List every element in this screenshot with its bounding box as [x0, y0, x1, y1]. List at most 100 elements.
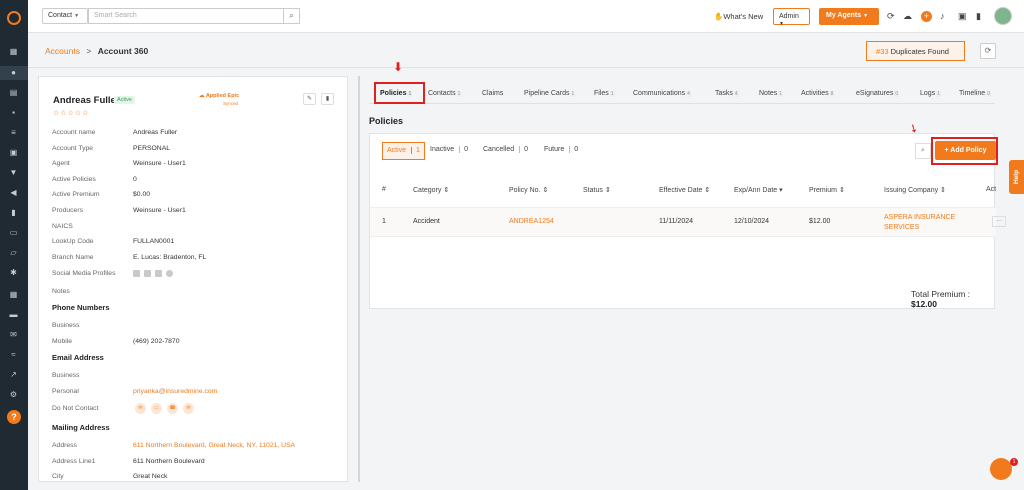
- column-header[interactable]: Effective Date ⇕: [659, 186, 710, 194]
- whats-new-link[interactable]: ✋What's New: [714, 12, 763, 21]
- tab-tasks[interactable]: Tasks 4: [715, 90, 739, 97]
- bell-icon[interactable]: ♪: [940, 11, 945, 21]
- smart-search-input[interactable]: Smart Search: [88, 8, 284, 24]
- contacts-icon[interactable]: ●: [9, 68, 18, 77]
- card-icon[interactable]: ▬: [9, 310, 18, 319]
- search-icon[interactable]: ⌕: [915, 143, 931, 159]
- my-agents-button[interactable]: My Agents ▼: [819, 8, 879, 25]
- tab-activities[interactable]: Activities 8: [801, 90, 835, 97]
- sync-icon[interactable]: ⟳: [887, 11, 895, 22]
- tab-count: 4: [686, 91, 691, 97]
- tab-logs[interactable]: Logs 1: [920, 90, 941, 97]
- column-header[interactable]: Issuing Company ⇕: [884, 186, 946, 194]
- help-icon[interactable]: ?: [7, 410, 21, 424]
- applied-epic-badge: ☁ Applied Epic Synced: [199, 93, 239, 108]
- search-type-select[interactable]: Contact ▼: [42, 8, 88, 24]
- role-select[interactable]: Admin ▼: [773, 8, 810, 27]
- filter-active[interactable]: Active 1: [382, 142, 425, 160]
- phone-block-icon[interactable]: ☎: [167, 403, 178, 414]
- mail-block-icon[interactable]: ✉: [183, 403, 194, 414]
- cell-category: Accident: [413, 218, 440, 225]
- column-label: Exp/Ann Date: [734, 187, 778, 194]
- tab-esignatures[interactable]: eSignatures 0: [856, 90, 900, 97]
- email-block-icon[interactable]: ✉: [135, 403, 146, 414]
- column-header[interactable]: Status ⇕: [583, 186, 611, 194]
- avatar[interactable]: [994, 7, 1012, 25]
- row-actions-button[interactable]: ···: [992, 216, 1006, 227]
- megaphone-icon[interactable]: ◀: [9, 188, 18, 197]
- dashboard-icon[interactable]: ▦: [9, 47, 18, 56]
- refresh-icon[interactable]: ⟳: [980, 43, 996, 59]
- profile-card-icon[interactable]: ▣: [9, 148, 18, 157]
- phone-value[interactable]: (469) 202-7870: [133, 338, 179, 345]
- chip-icon[interactable]: ▣: [958, 11, 967, 22]
- settings-group-icon[interactable]: ✱: [9, 268, 18, 277]
- chat-launcher-icon[interactable]: [990, 458, 1012, 480]
- folder-icon[interactable]: ▱: [9, 248, 18, 257]
- total-premium: Total Premium : $12.00: [911, 289, 994, 309]
- filter-count: 0: [569, 146, 579, 153]
- calendar-icon[interactable]: ▦: [9, 290, 18, 299]
- field-label: Do Not Contact: [52, 405, 99, 412]
- tab-files[interactable]: Files 1: [594, 90, 615, 97]
- policy-number-link[interactable]: ANDREA1254: [509, 218, 554, 225]
- gear-icon[interactable]: ⚙: [9, 390, 18, 399]
- chart-icon[interactable]: ↗: [9, 370, 18, 379]
- email-link[interactable]: priyanka@insuredmine.com: [133, 388, 217, 395]
- header-divider: [28, 67, 1024, 68]
- address-link[interactable]: 611 Northern Boulevard, Great Neck, NY, …: [133, 442, 295, 449]
- issuing-company-link[interactable]: ASPERA INSURANCE SERVICES: [884, 213, 964, 233]
- add-icon[interactable]: +: [921, 11, 932, 22]
- handshake-icon[interactable]: ≈: [9, 350, 18, 359]
- tab-notes[interactable]: Notes 1: [759, 90, 784, 97]
- inbox-icon[interactable]: ▭: [9, 228, 18, 237]
- column-header[interactable]: Exp/Ann Date ▾: [734, 186, 783, 194]
- rating-stars[interactable]: ☆☆☆☆☆: [53, 109, 89, 117]
- tab-timeline[interactable]: Timeline 0: [959, 90, 991, 97]
- filter-future[interactable]: Future 0: [544, 142, 579, 160]
- document-icon[interactable]: ▤: [9, 88, 18, 97]
- facebook-icon[interactable]: [144, 270, 151, 277]
- briefcase-icon[interactable]: ▪: [9, 108, 18, 117]
- column-label: Category: [413, 187, 442, 194]
- total-value: $12.00: [911, 299, 937, 309]
- tab-count: 4: [733, 91, 739, 97]
- mail-icon[interactable]: ✉: [9, 330, 18, 339]
- column-header[interactable]: Premium ⇕: [809, 186, 845, 194]
- list-icon[interactable]: ≡: [9, 128, 18, 137]
- cell-exp-date: 12/10/2024: [734, 218, 770, 225]
- clipboard-icon[interactable]: ▮: [9, 208, 18, 217]
- cloud-icon[interactable]: ☁: [903, 11, 912, 22]
- column-header[interactable]: Category ⇕: [413, 186, 449, 194]
- sms-block-icon[interactable]: ▭: [151, 403, 162, 414]
- tab-claims[interactable]: Claims: [482, 90, 503, 97]
- add-policy-highlight: [931, 137, 998, 165]
- search-icon[interactable]: ⌕: [283, 8, 300, 24]
- help-tab[interactable]: Help: [1009, 160, 1024, 194]
- filter-inactive[interactable]: Inactive 0: [430, 142, 468, 160]
- panel-resize-handle[interactable]: [358, 76, 360, 482]
- globe-icon[interactable]: [166, 270, 173, 277]
- field-label: Business: [52, 322, 80, 329]
- twitter-icon[interactable]: [155, 270, 162, 277]
- field-label: Account name: [52, 129, 96, 136]
- column-header[interactable]: Policy No. ⇕: [509, 186, 548, 194]
- notes-icon[interactable]: ▮: [976, 11, 981, 22]
- delete-icon[interactable]: ▮: [321, 93, 334, 105]
- edit-icon[interactable]: ✎: [303, 93, 316, 105]
- field-value: FULLAN0001: [133, 238, 175, 245]
- field-label: Business: [52, 372, 80, 379]
- linkedin-icon[interactable]: [133, 270, 140, 277]
- tab-contacts[interactable]: Contacts 1: [428, 90, 462, 97]
- table-row[interactable]: 1 Accident ANDREA1254 11/11/2024 12/10/2…: [370, 207, 996, 237]
- column-label: Issuing Company: [884, 187, 939, 194]
- filter-icon[interactable]: ▼: [9, 168, 18, 177]
- arrow-down-icon: ⬇: [393, 60, 404, 74]
- logo-icon[interactable]: [7, 11, 21, 25]
- filter-cancelled[interactable]: Cancelled 0: [483, 142, 528, 160]
- breadcrumb-accounts[interactable]: Accounts: [45, 46, 80, 56]
- filter-label: Inactive: [430, 146, 455, 153]
- tab-pipeline-cards[interactable]: Pipeline Cards 1: [524, 90, 576, 97]
- tab-communications[interactable]: Communications 4: [633, 90, 691, 97]
- duplicates-found-button[interactable]: #33 Duplicates Found: [866, 41, 965, 61]
